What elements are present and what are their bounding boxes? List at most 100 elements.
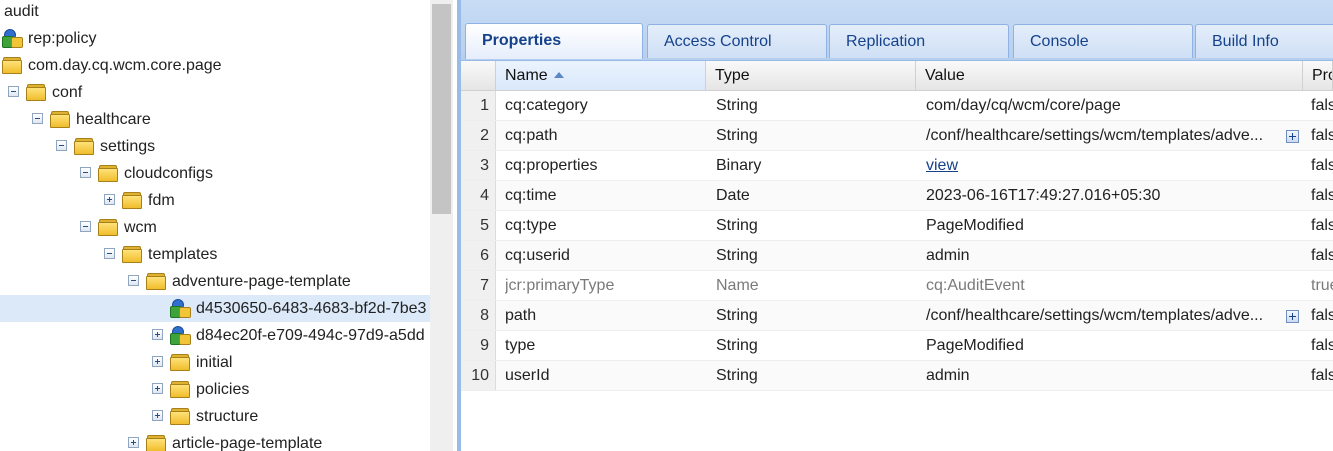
tree-item-structure[interactable]: structure <box>0 403 430 430</box>
table-row[interactable]: 3 cq:properties Binary view fals <box>461 151 1333 181</box>
tree-item-label: adventure-page-template <box>172 273 351 290</box>
property-type-cell: Binary <box>716 157 762 174</box>
view-link[interactable]: view <box>926 157 958 174</box>
property-protected-cell: fals <box>1311 337 1333 354</box>
folder-icon <box>74 138 94 155</box>
tree-item-com-day-cq-wcm-core-page[interactable]: com.day.cq.wcm.core.page <box>0 52 430 79</box>
tree-item-settings[interactable]: settings <box>0 133 430 160</box>
tree-item-label: templates <box>148 246 218 263</box>
expand-toggle-icon[interactable] <box>104 194 115 205</box>
tree-item-label: article-page-template <box>172 435 323 451</box>
tree-item-adventure-page-template[interactable]: adventure-page-template <box>0 268 430 295</box>
tree-item-label: healthcare <box>76 111 151 128</box>
folder-icon <box>170 354 190 371</box>
tree-item-label: wcm <box>124 219 157 236</box>
tree-item-policies[interactable]: policies <box>0 376 430 403</box>
table-row[interactable]: 6 cq:userid String admin fals <box>461 241 1333 271</box>
tree-item-templates[interactable]: templates <box>0 241 430 268</box>
tree-item-audit[interactable]: audit <box>0 0 430 25</box>
tree-item-label: structure <box>196 408 259 425</box>
tree-item-wcm[interactable]: wcm <box>0 214 430 241</box>
property-value-cell: /conf/healthcare/settings/wcm/templates/… <box>926 127 1264 144</box>
row-number-header <box>461 61 496 91</box>
table-row[interactable]: 10 userId String admin fals <box>461 361 1333 391</box>
property-value-cell: cq:AuditEvent <box>926 277 1025 294</box>
property-protected-cell: fals <box>1311 367 1333 384</box>
folder-icon <box>122 246 142 263</box>
property-name-cell: cq:userid <box>505 247 570 264</box>
folder-icon <box>146 273 166 290</box>
collapse-toggle-icon[interactable] <box>128 275 139 286</box>
collapse-toggle-icon[interactable] <box>56 140 67 151</box>
tree-item-article-page-template[interactable]: article-page-template <box>0 430 430 451</box>
property-name-cell: cq:category <box>505 97 588 114</box>
folder-icon <box>98 219 118 236</box>
property-protected-cell: fals <box>1311 247 1333 264</box>
column-header-name[interactable]: Name <box>496 61 706 91</box>
sort-ascending-icon <box>553 72 564 78</box>
property-value-cell: /conf/healthcare/settings/wcm/templates/… <box>926 307 1264 324</box>
tree-item-healthcare[interactable]: healthcare <box>0 106 430 133</box>
table-row[interactable]: 1 cq:category String com/day/cq/wcm/core/pa… <box>461 91 1333 121</box>
tree-item-label: settings <box>100 138 156 155</box>
property-type-cell: String <box>716 97 758 114</box>
tree-item-rep-policy[interactable]: rep:policy <box>0 25 430 52</box>
collapse-toggle-icon[interactable] <box>8 86 19 97</box>
expand-toggle-icon[interactable] <box>152 410 163 421</box>
property-type-cell: String <box>716 127 758 144</box>
tree-scrollbar-thumb[interactable] <box>432 4 451 214</box>
tree-item-fdm[interactable]: fdm <box>0 187 430 214</box>
tree-item-conf[interactable]: conf <box>0 79 430 106</box>
column-header-protected[interactable]: Pro <box>1303 61 1333 91</box>
table-row[interactable]: 8 path String/conf/healthcare/settings/wcm… <box>461 301 1333 331</box>
table-row[interactable]: 5 cq:type String PageModified fals <box>461 211 1333 241</box>
tree-item-cloudconfigs[interactable]: cloudconfigs <box>0 160 430 187</box>
collapse-toggle-icon[interactable] <box>80 167 91 178</box>
row-number: 7 <box>461 271 496 300</box>
property-name-cell: cq:time <box>505 187 557 204</box>
table-row[interactable]: 2 cq:path String/conf/healthcare/settings/… <box>461 121 1333 151</box>
property-protected-cell: fals <box>1311 307 1333 324</box>
property-type-cell: String <box>716 217 758 234</box>
tree-item-initial[interactable]: initial <box>0 349 430 376</box>
folder-icon <box>170 408 190 425</box>
tree-item-label: fdm <box>148 192 175 209</box>
expand-value-icon[interactable] <box>1286 310 1299 323</box>
tree-item-audit-event[interactable]: d84ec20f-e709-494c-97d9-a5dd <box>0 322 430 349</box>
tab-properties[interactable]: Properties <box>465 23 643 59</box>
table-row[interactable]: 4 cq:time Date 2023-06-16T17:49:27.016+05:3… <box>461 181 1333 211</box>
expand-toggle-icon[interactable] <box>128 437 139 448</box>
expand-value-icon[interactable] <box>1286 130 1299 143</box>
tab-replication[interactable]: Replication <box>829 24 1009 58</box>
property-name-cell: cq:properties <box>505 157 598 174</box>
property-type-cell: String <box>716 337 758 354</box>
tab-console[interactable]: Console <box>1013 24 1193 58</box>
folder-icon <box>98 165 118 182</box>
expand-toggle-icon[interactable] <box>152 383 163 394</box>
tab-build-info[interactable]: Build Info <box>1195 24 1333 58</box>
tree-item-label: com.day.cq.wcm.core.page <box>28 57 222 74</box>
column-header-value[interactable]: Value <box>916 61 1303 91</box>
tree-item-label: policies <box>196 381 250 398</box>
tree-item-audit-event-selected[interactable]: d4530650-6483-4683-bf2d-7be3 <box>0 295 430 322</box>
table-row[interactable]: 7 jcr:primaryType Name cq:AuditEvent true <box>461 271 1333 301</box>
node-icon <box>170 299 191 318</box>
expand-toggle-icon[interactable] <box>152 356 163 367</box>
tree-item-label: audit <box>4 3 39 20</box>
column-header-type[interactable]: Type <box>706 61 916 91</box>
property-type-cell: String <box>716 307 758 324</box>
row-number: 3 <box>461 151 496 180</box>
property-value-cell: PageModified <box>926 337 1024 354</box>
collapse-toggle-icon[interactable] <box>80 221 91 232</box>
row-number: 1 <box>461 91 496 120</box>
property-protected-cell: true <box>1311 277 1333 294</box>
tab-access-control[interactable]: Access Control <box>647 24 827 58</box>
row-number: 10 <box>461 361 496 390</box>
table-row[interactable]: 9 type String PageModified fals <box>461 331 1333 361</box>
collapse-toggle-icon[interactable] <box>104 248 115 259</box>
tree-item-label: d84ec20f-e709-494c-97d9-a5dd <box>196 327 425 344</box>
expand-toggle-icon[interactable] <box>152 329 163 340</box>
row-number: 8 <box>461 301 496 330</box>
collapse-toggle-icon[interactable] <box>32 113 43 124</box>
property-value-cell: admin <box>926 247 970 264</box>
